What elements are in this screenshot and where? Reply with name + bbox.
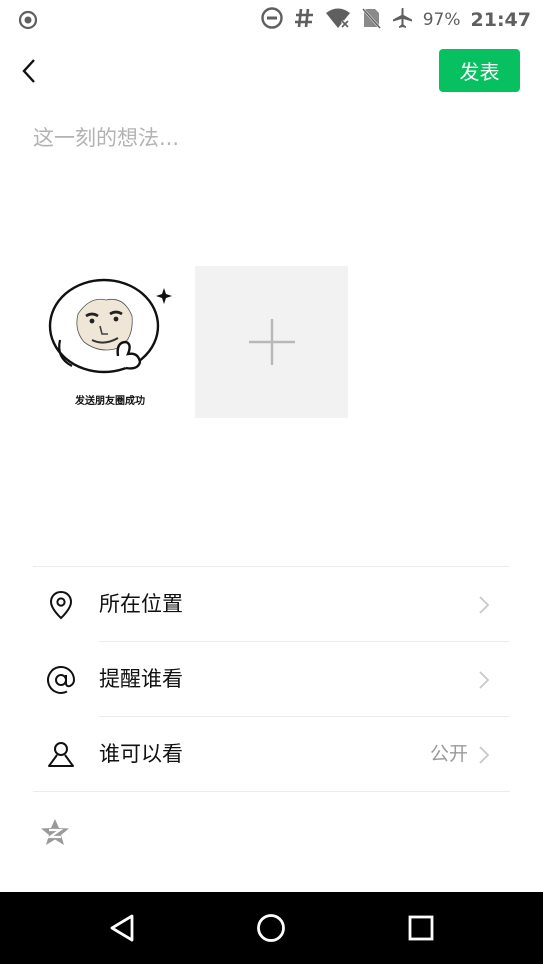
recents-square-icon[interactable] (405, 912, 437, 944)
chevron-right-icon (479, 596, 490, 614)
publish-button[interactable]: 发表 (439, 49, 520, 92)
qzone-star-icon[interactable] (40, 818, 70, 850)
home-circle-icon[interactable] (255, 912, 287, 944)
divider (33, 791, 510, 792)
dnd-icon (261, 7, 283, 33)
location-pin-icon (49, 590, 73, 620)
back-button[interactable] (14, 54, 44, 88)
menu-item-visibility[interactable]: 谁可以看 公开 (33, 717, 510, 792)
navigation-bar (0, 892, 543, 964)
options-menu: 所在位置 提醒谁看 谁可以看 公开 (33, 566, 510, 792)
photo-caption: 发送朋友圈成功 (75, 396, 145, 407)
wifi-off-icon (325, 7, 351, 33)
battery-level: 97% (422, 10, 461, 30)
post-text-input[interactable] (33, 118, 513, 236)
plus-icon (248, 319, 295, 365)
person-icon (48, 742, 74, 767)
menu-item-label: 谁可以看 (99, 742, 183, 766)
photo-thumbnail[interactable]: 发送朋友圈成功 (34, 266, 186, 418)
menu-item-mention[interactable]: 提醒谁看 (33, 642, 510, 717)
at-icon (47, 665, 76, 694)
top-bar: 发表 (0, 40, 543, 102)
chevron-left-icon (22, 59, 35, 83)
chevron-right-icon (479, 746, 490, 764)
menu-item-label: 所在位置 (99, 592, 183, 616)
menu-item-label: 提醒谁看 (99, 667, 183, 691)
airplane-icon (391, 7, 413, 33)
clock-time: 21:47 (470, 9, 531, 31)
add-photo-button[interactable] (195, 266, 348, 418)
record-icon (18, 10, 38, 34)
hash-icon (293, 7, 315, 33)
chevron-right-icon (479, 671, 490, 689)
status-bar: 97% 21:47 (0, 0, 543, 40)
no-sim-icon (361, 7, 381, 33)
visibility-value: 公开 (429, 743, 468, 765)
menu-item-location[interactable]: 所在位置 (33, 567, 510, 642)
back-triangle-icon[interactable] (106, 912, 138, 944)
meme-face-image (48, 278, 172, 374)
